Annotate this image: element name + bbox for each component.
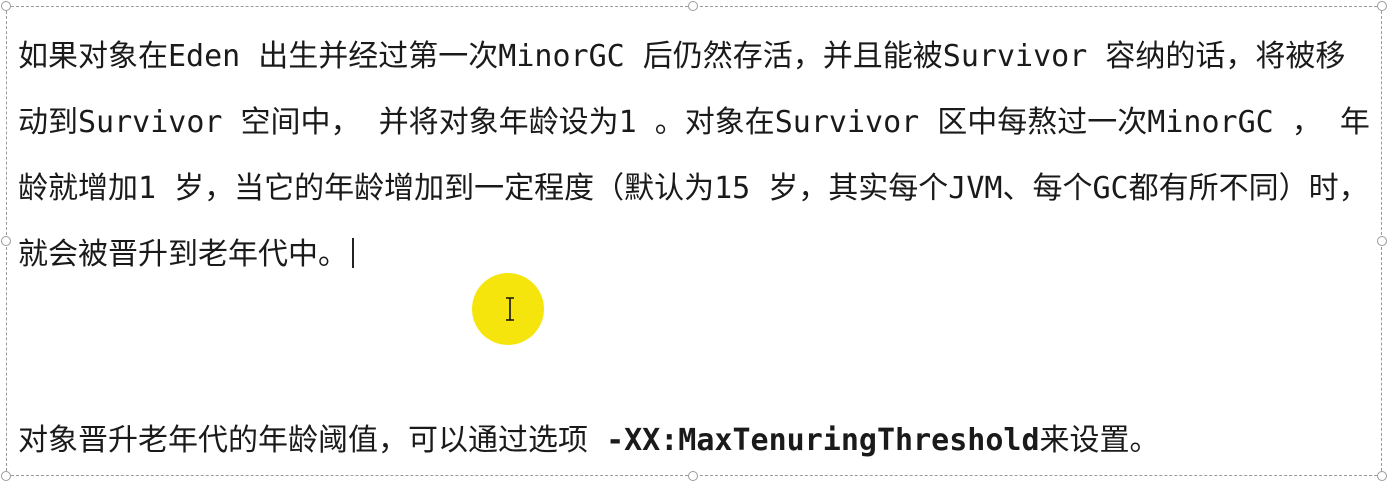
resize-handle-top-left[interactable]	[1, 1, 11, 11]
resize-handle-bottom-left[interactable]	[1, 471, 11, 481]
text-caret	[352, 238, 354, 268]
jvm-option-name: -XX:MaxTenuringThreshold	[606, 423, 1040, 458]
paragraph-text: 如果对象在Eden 出生并经过第一次MinorGC 后仍然存活，并且能被Surv…	[18, 39, 1370, 272]
paragraph-threshold-option[interactable]: 对象晋升老年代的年龄阈值，可以通过选项 -XX:MaxTenuringThres…	[18, 408, 1388, 474]
resize-handle-top-right[interactable]	[1377, 1, 1387, 11]
resize-handle-top-middle[interactable]	[688, 1, 698, 11]
text-ibeam-icon	[506, 297, 514, 321]
resize-handle-middle-left[interactable]	[1, 236, 11, 246]
paragraph2-suffix: 来设置。	[1039, 423, 1160, 458]
paragraph-survivor-aging[interactable]: 如果对象在Eden 出生并经过第一次MinorGC 后仍然存活，并且能被Surv…	[18, 24, 1370, 288]
paragraph2-prefix: 对象晋升老年代的年龄阈值，可以通过选项	[18, 423, 607, 458]
resize-handle-middle-right[interactable]	[1377, 236, 1387, 246]
